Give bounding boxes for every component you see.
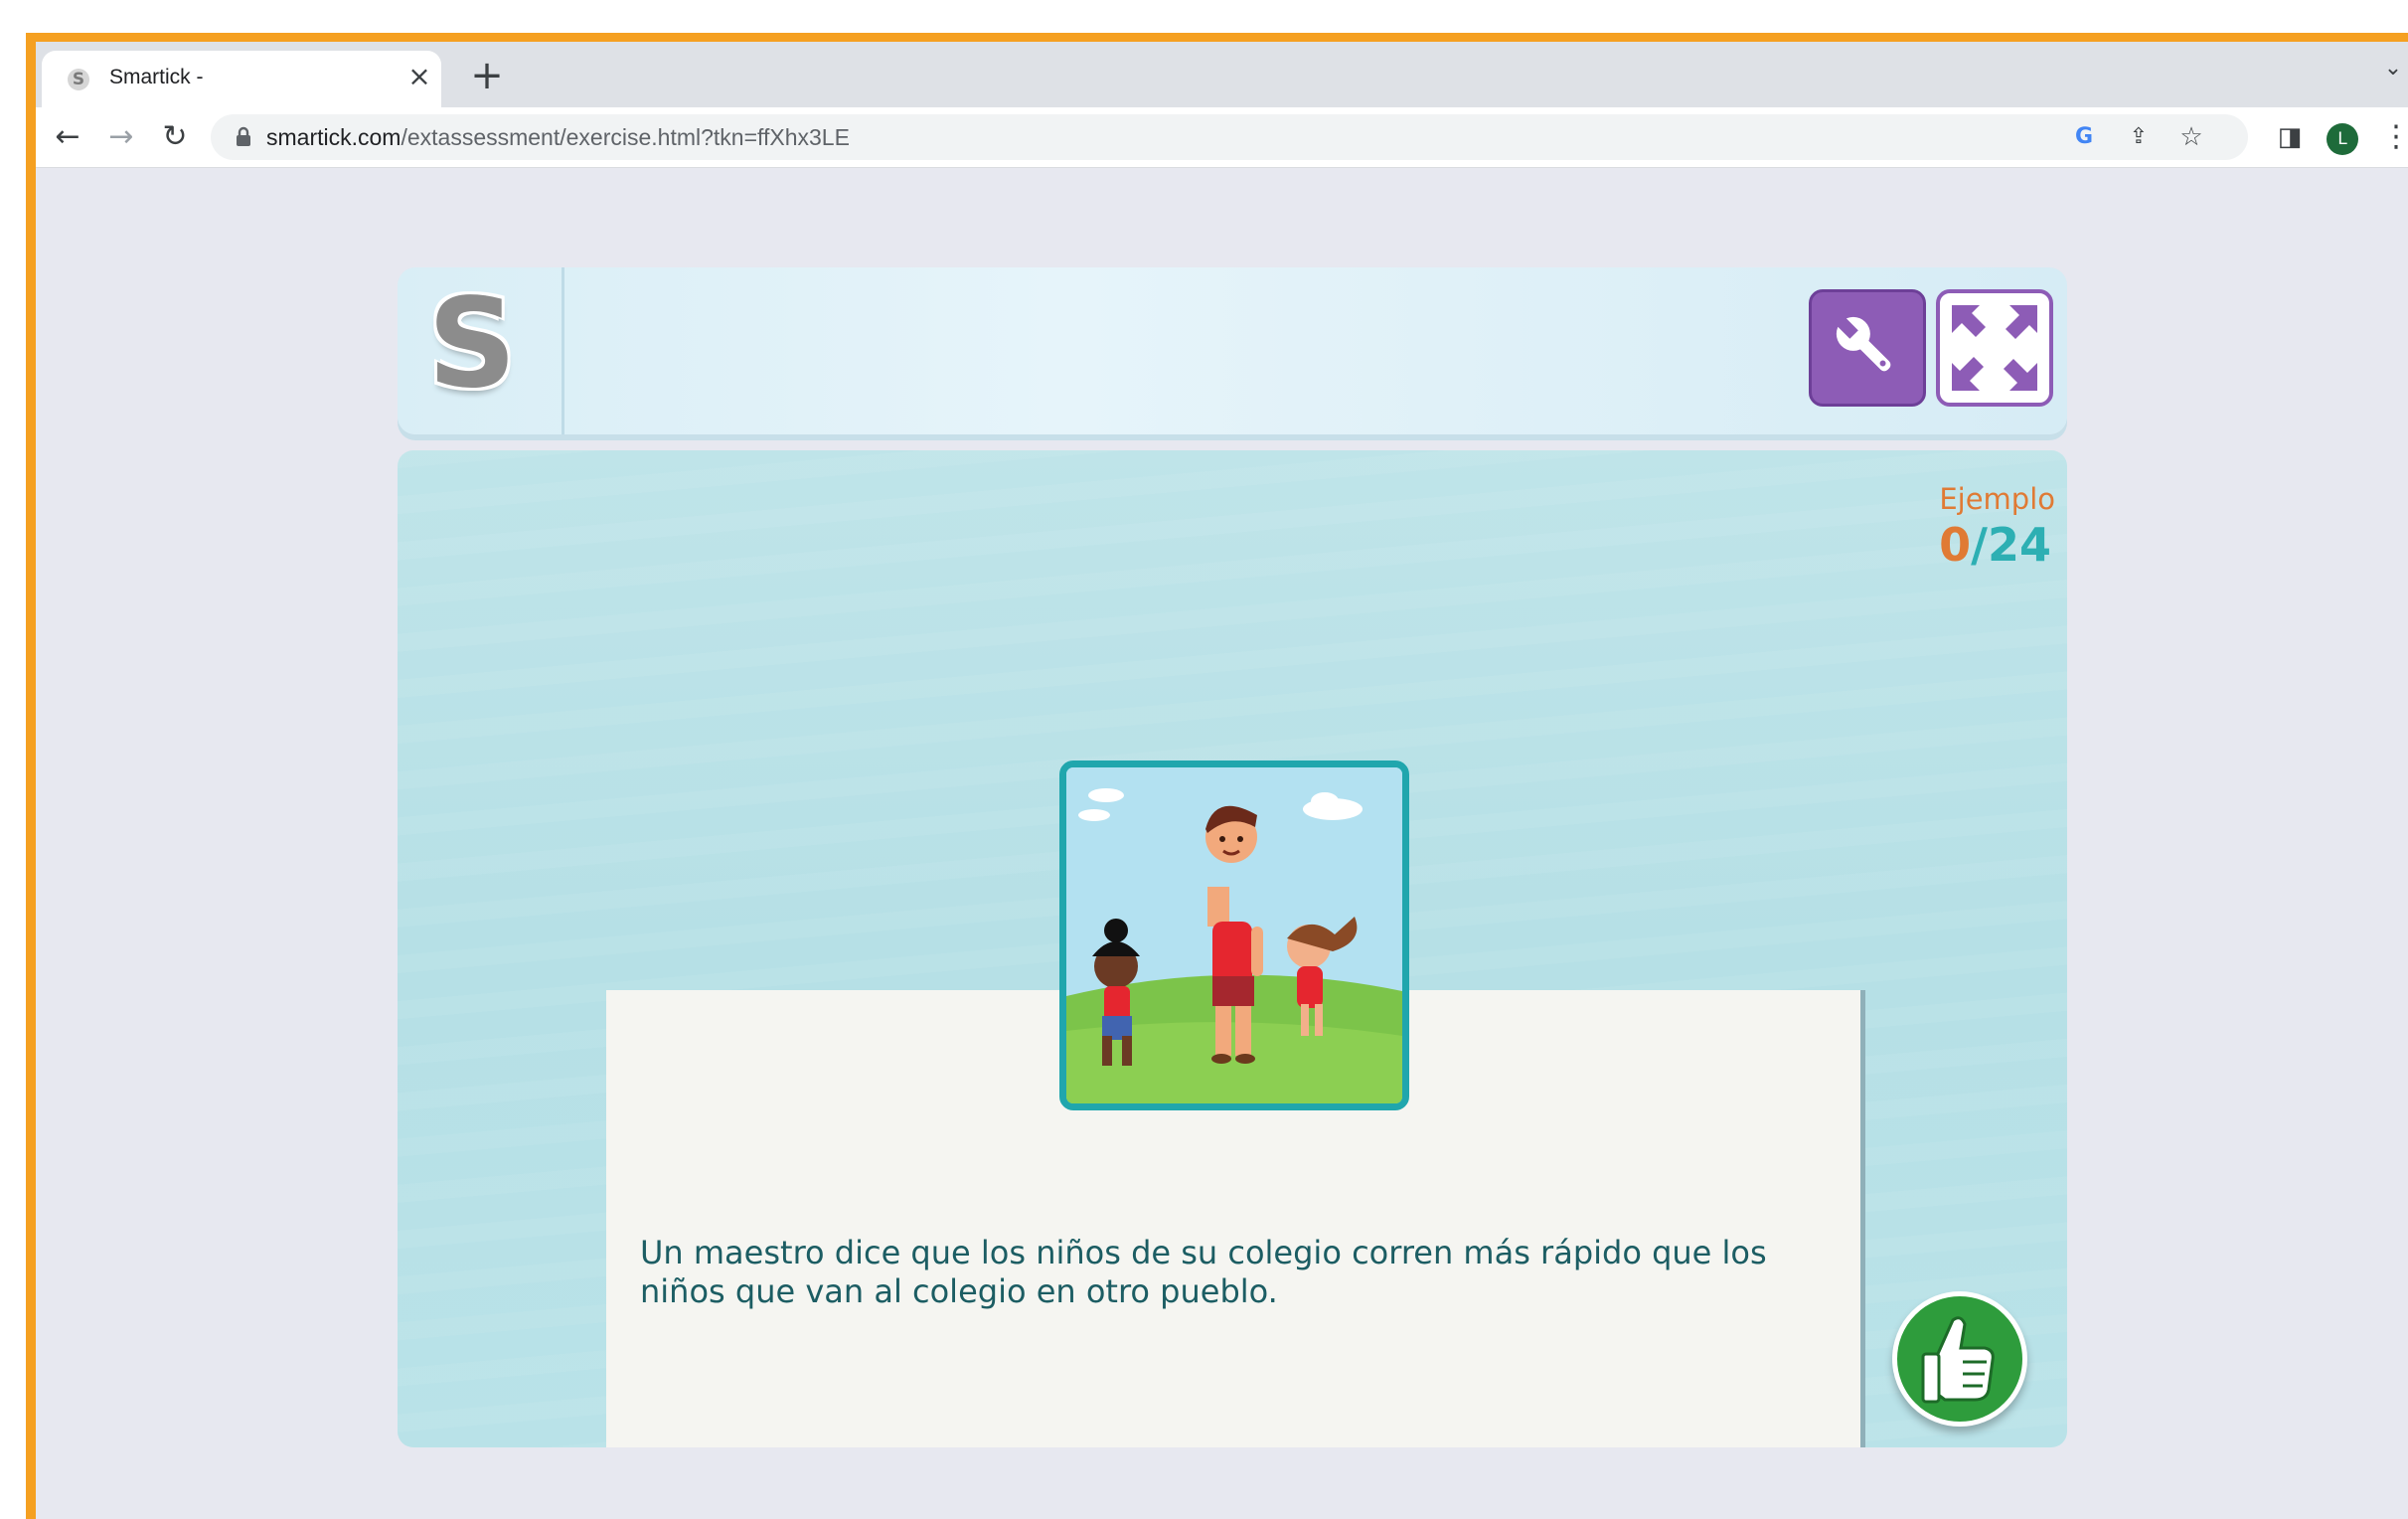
exercise-counter: 0/24: [1939, 518, 2051, 572]
tools-button[interactable]: [1809, 289, 1926, 407]
star-icon[interactable]: ☆: [2176, 122, 2206, 152]
wrench-icon: [1836, 316, 1891, 372]
tab-strip: S Smartick - × + ⌄: [36, 42, 2408, 107]
thumbs-up-icon: [1921, 1316, 1995, 1404]
share-icon[interactable]: ⇪: [2124, 122, 2154, 152]
address-bar[interactable]: smartick.com/extassessment/exercise.html…: [211, 114, 2248, 160]
chevron-down-icon[interactable]: ⌄: [2378, 56, 2408, 85]
browser-tab[interactable]: S Smartick - ×: [42, 51, 441, 107]
counter-separator: /: [1971, 518, 1988, 572]
browser-toolbar: ← → ↻ smartick.com/extassessment/exercis…: [36, 107, 2408, 168]
smartick-exercise-app: S Ejemplo 0/24 Un maestro dice que los n…: [398, 267, 2067, 1447]
google-icon[interactable]: G: [2069, 122, 2099, 152]
url-path: /extassessment/exercise.html?tkn=ffXhx3L…: [401, 124, 850, 150]
tab-title: Smartick -: [109, 66, 204, 88]
app-header: S: [398, 267, 2067, 434]
browser-menu-icon[interactable]: ⋮: [2381, 115, 2408, 159]
prompt-text: Un maestro dice que los niños de su cole…: [640, 1234, 1767, 1310]
back-arrow-icon[interactable]: ←: [46, 115, 89, 159]
close-icon[interactable]: ×: [403, 61, 435, 92]
profile-avatar[interactable]: L: [2327, 123, 2358, 155]
fullscreen-button[interactable]: [1936, 289, 2053, 407]
expand-arrows-icon: [1952, 305, 2037, 391]
browser-window: S Smartick - × + ⌄ ← → ↻ smartick.com/ex…: [36, 42, 2408, 1519]
header-divider: [562, 267, 564, 434]
page-content: S Ejemplo 0/24 Un maestro dice que los n…: [36, 168, 2408, 1519]
url-text[interactable]: smartick.com/extassessment/exercise.html…: [266, 124, 850, 151]
lock-icon: [237, 126, 250, 146]
url-domain: smartick.com: [266, 124, 401, 150]
reload-icon[interactable]: ↻: [153, 115, 197, 159]
smartick-favicon-icon: S: [68, 69, 89, 90]
teacher-children-illustration: [1059, 760, 1409, 1110]
side-panel-icon[interactable]: ◨: [2268, 115, 2312, 159]
illustration-image: [1066, 767, 1402, 1103]
confirm-button[interactable]: [1892, 1291, 2027, 1427]
forward-arrow-icon[interactable]: →: [99, 115, 143, 159]
counter-current: 0: [1939, 518, 1972, 572]
exercise-stage: Ejemplo 0/24 Un maestro dice que los niñ…: [398, 450, 2067, 1447]
new-tab-icon[interactable]: +: [465, 54, 509, 97]
smartick-logo: S: [427, 272, 517, 416]
counter-label: Ejemplo: [1939, 482, 2055, 516]
counter-total: 24: [1987, 518, 2051, 572]
